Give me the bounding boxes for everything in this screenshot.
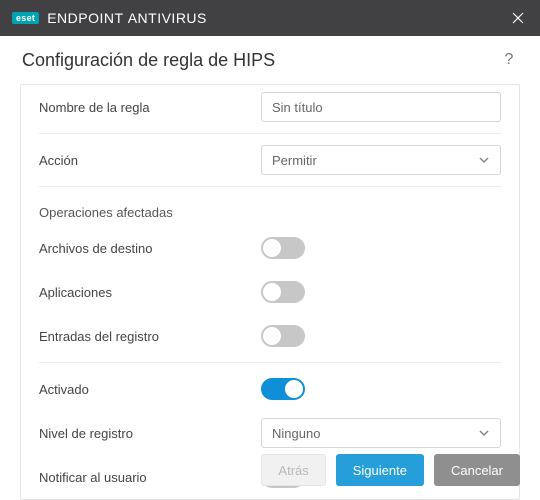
product-name: ENDPOINT ANTIVIRUS [47,10,207,26]
row-action: Acción Permitir [39,138,501,182]
brand-badge: eset [12,12,39,24]
row-registry: Entradas del registro [39,314,501,358]
target-files-label: Archivos de destino [39,241,261,256]
form-panel: Nombre de la regla Acción Permitir Opera… [20,84,520,500]
divider [39,133,501,134]
rule-name-input[interactable] [261,92,501,122]
registry-label: Entradas del registro [39,329,261,344]
page-title: Configuración de regla de HIPS [22,50,500,71]
row-apps: Aplicaciones [39,270,501,314]
product-name-thin: ENDPOINT [47,10,127,26]
cancel-button[interactable]: Cancelar [434,454,520,486]
back-button: Atrás [261,454,325,486]
row-rule-name: Nombre de la regla [39,85,501,129]
apps-label: Aplicaciones [39,285,261,300]
affected-ops-heading: Operaciones afectadas [39,191,501,226]
page-header: Configuración de regla de HIPS ? [0,36,540,84]
footer: Atrás Siguiente Cancelar [0,440,540,500]
rule-name-label: Nombre de la regla [39,100,261,115]
divider [39,186,501,187]
row-enabled: Activado [39,367,501,411]
target-files-toggle[interactable] [261,237,305,259]
product-name-bold: ANTIVIRUS [128,10,207,26]
next-button[interactable]: Siguiente [336,454,424,486]
chevron-down-icon [478,154,490,166]
enabled-toggle[interactable] [261,378,305,400]
titlebar: eset ENDPOINT ANTIVIRUS [0,0,540,36]
enabled-label: Activado [39,382,261,397]
help-icon[interactable]: ? [500,51,518,69]
log-level-select-value: Ninguno [272,426,320,441]
log-level-label: Nivel de registro [39,426,261,441]
chevron-down-icon [478,427,490,439]
row-target-files: Archivos de destino [39,226,501,270]
action-select-value: Permitir [272,153,317,168]
divider [39,362,501,363]
action-select[interactable]: Permitir [261,145,501,175]
action-label: Acción [39,153,261,168]
registry-toggle[interactable] [261,325,305,347]
apps-toggle[interactable] [261,281,305,303]
close-icon[interactable] [508,8,528,28]
